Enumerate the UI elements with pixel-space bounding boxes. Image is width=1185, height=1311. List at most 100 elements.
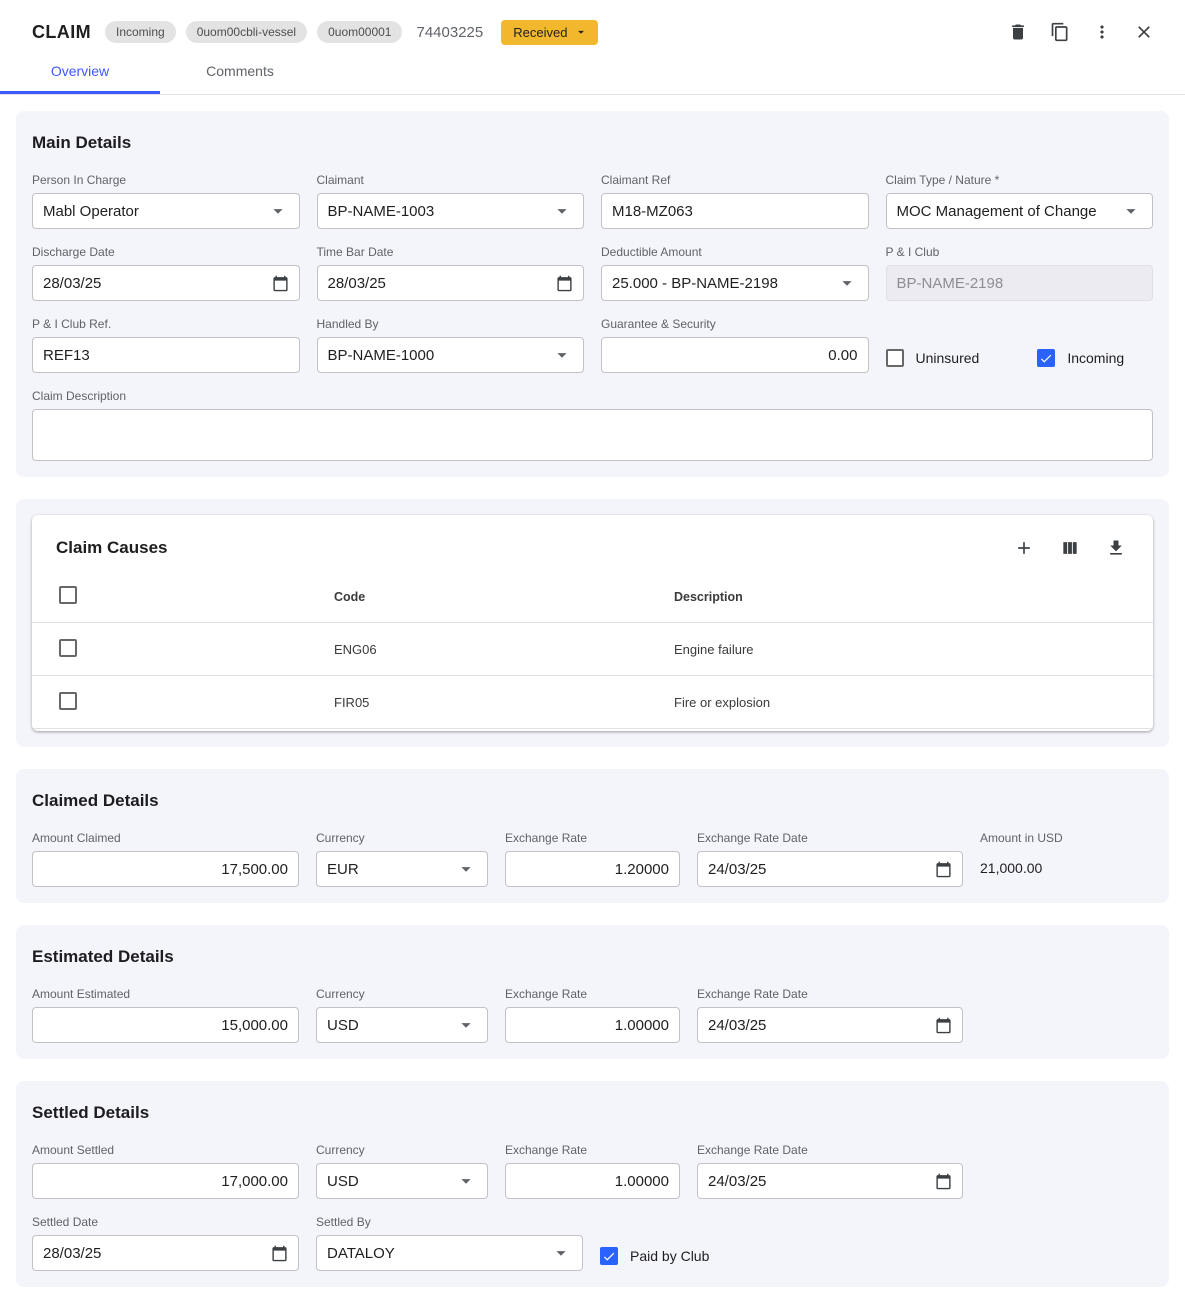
estimated-currency-field: Currency USD bbox=[316, 987, 488, 1043]
settled-details-panel: Settled Details Amount Settled Currency … bbox=[16, 1081, 1169, 1287]
field-label: Settled Date bbox=[32, 1215, 299, 1229]
pi-club-ref-input[interactable] bbox=[43, 347, 289, 364]
field-label: Guarantee & Security bbox=[601, 317, 869, 331]
field-label: Amount Estimated bbox=[32, 987, 299, 1001]
incoming-label: Incoming bbox=[1067, 350, 1124, 366]
claim-causes-panel: Claim Causes bbox=[16, 499, 1169, 747]
time-bar-date-input[interactable] bbox=[328, 275, 557, 292]
delete-button[interactable] bbox=[1007, 21, 1029, 43]
claimed-exchange-rate-field: Exchange Rate bbox=[505, 831, 680, 887]
claimant-field: Claimant BP-NAME-1003 bbox=[317, 173, 585, 229]
table-row[interactable]: FIR05 Fire or explosion bbox=[32, 676, 1153, 729]
close-button[interactable] bbox=[1133, 21, 1155, 43]
field-label: Amount Claimed bbox=[32, 831, 299, 845]
row-checkbox[interactable] bbox=[59, 639, 77, 657]
settled-exchange-rate-date-field: Exchange Rate Date bbox=[697, 1143, 963, 1199]
table-row[interactable]: ENG06 Engine failure bbox=[32, 623, 1153, 676]
claim-type-field: Claim Type / Nature * MOC Management of … bbox=[886, 173, 1154, 229]
field-label: Currency bbox=[316, 1143, 488, 1157]
copy-button[interactable] bbox=[1049, 21, 1071, 43]
calendar-icon[interactable] bbox=[272, 275, 289, 292]
discharge-date-input[interactable] bbox=[43, 275, 272, 292]
settled-date-field: Settled Date bbox=[32, 1215, 299, 1271]
claimed-exchange-rate-date-field: Exchange Rate Date bbox=[697, 831, 963, 887]
paid-by-club-checkbox[interactable] bbox=[600, 1247, 618, 1265]
check-icon bbox=[602, 1249, 616, 1264]
settled-exchange-rate-input[interactable] bbox=[516, 1173, 669, 1190]
estimated-exchange-rate-input[interactable] bbox=[516, 1017, 669, 1034]
paid-by-club-checkbox-row[interactable]: Paid by Club bbox=[600, 1247, 709, 1265]
estimated-details-panel: Estimated Details Amount Estimated Curre… bbox=[16, 925, 1169, 1059]
claim-description-input[interactable] bbox=[32, 409, 1153, 461]
amount-claimed-input[interactable] bbox=[43, 861, 288, 878]
guarantee-security-input[interactable] bbox=[612, 347, 858, 364]
more-menu-button[interactable] bbox=[1091, 21, 1113, 43]
claimed-exchange-rate-date-input[interactable] bbox=[708, 861, 935, 878]
claimed-details-panel: Claimed Details Amount Claimed Currency … bbox=[16, 769, 1169, 903]
settled-currency-field: Currency USD bbox=[316, 1143, 488, 1199]
settled-exchange-rate-date-input[interactable] bbox=[708, 1173, 935, 1190]
columns-button[interactable] bbox=[1059, 537, 1081, 559]
row-checkbox[interactable] bbox=[59, 692, 77, 710]
claimed-currency-select[interactable]: EUR bbox=[316, 851, 488, 887]
download-button[interactable] bbox=[1105, 537, 1127, 559]
guarantee-security-field: Guarantee & Security bbox=[601, 317, 869, 373]
claim-type-select[interactable]: MOC Management of Change bbox=[886, 193, 1154, 229]
handled-by-select[interactable]: BP-NAME-1000 bbox=[317, 337, 585, 373]
tab-bar: Overview Comments bbox=[0, 50, 1185, 95]
settled-date-input[interactable] bbox=[43, 1245, 271, 1262]
amount-estimated-field: Amount Estimated bbox=[32, 987, 299, 1043]
section-title-claimed-details: Claimed Details bbox=[32, 791, 1153, 811]
cause-description: Fire or explosion bbox=[658, 676, 1153, 729]
calendar-icon[interactable] bbox=[271, 1245, 288, 1262]
deductible-amount-select[interactable]: 25.000 - BP-NAME-2198 bbox=[601, 265, 869, 301]
plus-icon bbox=[1014, 538, 1034, 558]
pi-club-readonly: BP-NAME-2198 bbox=[886, 265, 1154, 301]
chevron-down-icon bbox=[550, 1242, 572, 1264]
chevron-down-icon bbox=[836, 272, 858, 294]
settled-by-select[interactable]: DATALOY bbox=[316, 1235, 583, 1271]
settled-exchange-rate-field: Exchange Rate bbox=[505, 1143, 680, 1199]
chip-voyage: 0uom00001 bbox=[317, 21, 402, 43]
cause-description: Engine failure bbox=[658, 623, 1153, 676]
calendar-icon[interactable] bbox=[935, 861, 952, 878]
deductible-amount-field: Deductible Amount 25.000 - BP-NAME-2198 bbox=[601, 245, 869, 301]
claimant-ref-field: Claimant Ref bbox=[601, 173, 869, 229]
chevron-down-icon bbox=[551, 200, 573, 222]
amount-estimated-input[interactable] bbox=[43, 1017, 288, 1034]
chip-vessel: 0uom00cbli-vessel bbox=[186, 21, 307, 43]
estimated-exchange-rate-date-input[interactable] bbox=[708, 1017, 935, 1034]
amount-settled-input[interactable] bbox=[43, 1173, 288, 1190]
calendar-icon[interactable] bbox=[556, 275, 573, 292]
add-cause-button[interactable] bbox=[1013, 537, 1035, 559]
field-label: Claimant Ref bbox=[601, 173, 869, 187]
person-in-charge-select[interactable]: Mabl Operator bbox=[32, 193, 300, 229]
claim-description-field: Claim Description bbox=[32, 389, 1153, 461]
incoming-checkbox[interactable] bbox=[1037, 349, 1055, 367]
tab-comments[interactable]: Comments bbox=[160, 50, 320, 94]
uninsured-checkbox-row[interactable]: Uninsured bbox=[886, 349, 980, 367]
chevron-down-icon bbox=[1120, 200, 1142, 222]
column-header-description: Description bbox=[658, 571, 1153, 623]
claimant-select[interactable]: BP-NAME-1003 bbox=[317, 193, 585, 229]
amount-settled-field: Amount Settled bbox=[32, 1143, 299, 1199]
pi-club-field: P & I Club BP-NAME-2198 bbox=[886, 245, 1154, 301]
settled-currency-select[interactable]: USD bbox=[316, 1163, 488, 1199]
status-badge[interactable]: Received bbox=[501, 20, 598, 45]
claimant-ref-input[interactable] bbox=[612, 203, 858, 220]
select-all-checkbox[interactable] bbox=[59, 586, 77, 604]
columns-icon bbox=[1060, 538, 1080, 558]
incoming-checkbox-row[interactable]: Incoming bbox=[1037, 349, 1124, 367]
uninsured-checkbox[interactable] bbox=[886, 349, 904, 367]
field-label: Person In Charge bbox=[32, 173, 300, 187]
section-title-main-details: Main Details bbox=[32, 133, 1153, 153]
cause-code: FIR05 bbox=[318, 676, 658, 729]
calendar-icon[interactable] bbox=[935, 1173, 952, 1190]
check-icon bbox=[1039, 351, 1053, 366]
tab-overview[interactable]: Overview bbox=[0, 50, 160, 94]
claimed-exchange-rate-input[interactable] bbox=[516, 861, 669, 878]
calendar-icon[interactable] bbox=[935, 1017, 952, 1034]
estimated-currency-select[interactable]: USD bbox=[316, 1007, 488, 1043]
field-label: Discharge Date bbox=[32, 245, 300, 259]
field-label: P & I Club Ref. bbox=[32, 317, 300, 331]
